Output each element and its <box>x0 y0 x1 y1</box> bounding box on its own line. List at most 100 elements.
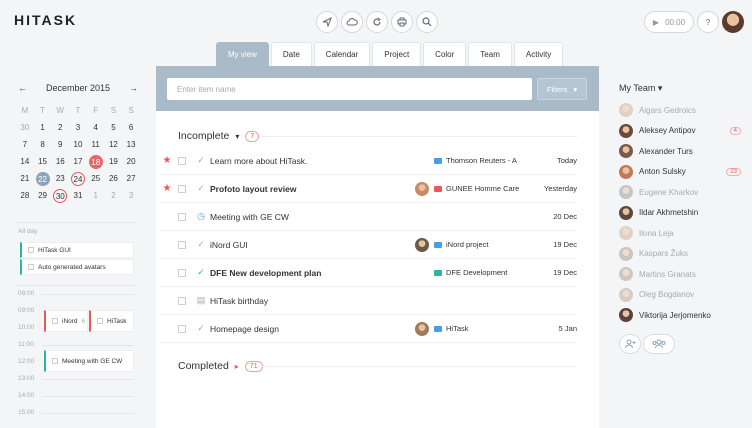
task-project[interactable]: DFE Development <box>434 268 530 277</box>
event-checkbox[interactable] <box>28 264 34 270</box>
team-member[interactable]: Anton Sulsky 23 <box>619 162 741 182</box>
task-title[interactable]: Profoto layout review <box>210 184 410 194</box>
task-checkbox[interactable] <box>178 268 186 277</box>
task-title[interactable]: Meeting with GE CW <box>210 212 410 222</box>
task-row[interactable]: ✓ iNord GUI iNord project 19 Dec <box>160 231 577 259</box>
calendar-day[interactable]: 22 <box>34 172 52 186</box>
task-row[interactable]: ◷ Meeting with GE CW 20 Dec <box>160 203 577 231</box>
help-button[interactable]: ? <box>697 11 719 33</box>
calendar-day[interactable]: 27 <box>122 172 140 184</box>
tab-calendar[interactable]: Calendar <box>313 42 371 66</box>
task-checkbox[interactable] <box>178 212 186 221</box>
task-project[interactable]: GUNEE Homme Care <box>434 184 530 193</box>
calendar-day[interactable]: 8 <box>34 138 52 150</box>
calendar-day[interactable]: 7 <box>16 138 34 150</box>
search-input[interactable]: Enter item name <box>167 78 532 100</box>
completed-section-header[interactable]: Completed ▸ 71 <box>178 360 263 372</box>
task-project[interactable]: Thomson Reuters - A <box>434 156 530 165</box>
calendar-day[interactable]: 23 <box>51 172 69 184</box>
calendar-day[interactable]: 10 <box>69 138 87 150</box>
calendar-day[interactable]: 30 <box>51 189 69 203</box>
add-user-icon[interactable] <box>619 334 641 354</box>
team-member[interactable]: Ildar Akhmetshin <box>619 203 741 223</box>
tab-date[interactable]: Date <box>270 42 312 66</box>
calendar-day[interactable]: 20 <box>122 155 140 167</box>
calendar-day[interactable]: 13 <box>122 138 140 150</box>
calendar-day[interactable]: 6 <box>122 121 140 133</box>
next-month-arrow-icon[interactable]: → <box>129 83 138 93</box>
task-row[interactable]: ★ ✓ Profoto layout review GUNEE Homme Care Y… <box>160 175 577 203</box>
calendar-day[interactable]: 3 <box>122 189 140 201</box>
calendar-day[interactable]: 15 <box>34 155 52 167</box>
event-checkbox[interactable] <box>52 358 58 364</box>
filters-button[interactable]: Filters ▾ <box>537 78 587 100</box>
team-member[interactable]: Aleksey Antipov 4 <box>619 121 741 141</box>
team-member[interactable]: Kaspars Žuks <box>619 244 741 264</box>
event-checkbox[interactable] <box>52 318 58 324</box>
timer-button[interactable]: ▶ 00:00 <box>644 11 694 33</box>
team-member[interactable]: Martins Granats <box>619 264 741 284</box>
calendar-day[interactable]: 12 <box>105 138 123 150</box>
calendar-day[interactable]: 21 <box>16 172 34 184</box>
event-checkbox[interactable] <box>28 247 34 253</box>
team-member[interactable]: Viktorija Jerjomenko <box>619 305 741 325</box>
task-checkbox[interactable] <box>178 296 186 305</box>
star-icon[interactable]: ★ <box>160 155 174 166</box>
calendar-day[interactable]: 24 <box>69 172 87 186</box>
timeline-event[interactable]: iNord 6 <box>44 310 88 332</box>
send-icon[interactable] <box>316 11 338 33</box>
team-member[interactable]: Alexander Turs <box>619 141 741 161</box>
calendar-day[interactable]: 18 <box>87 155 105 169</box>
task-row[interactable]: ▤ HiTask birthday <box>160 287 577 315</box>
calendar-day[interactable]: 28 <box>16 189 34 201</box>
event-checkbox[interactable] <box>97 318 103 324</box>
user-avatar[interactable] <box>722 11 744 33</box>
task-row[interactable]: ★ ✓ Learn more about HiTask. Thomson Reuter… <box>160 147 577 175</box>
calendar-day[interactable]: 5 <box>105 121 123 133</box>
team-member[interactable]: Aigars Gedroics <box>619 100 741 120</box>
tab-activity[interactable]: Activity <box>513 42 564 66</box>
calendar-day[interactable]: 29 <box>34 189 52 201</box>
task-title[interactable]: Homepage design <box>210 324 410 334</box>
calendar-day[interactable]: 2 <box>105 189 123 201</box>
calendar-day[interactable]: 30 <box>16 121 34 133</box>
team-member[interactable]: Ilona Leja <box>619 223 741 243</box>
calendar-day[interactable]: 4 <box>87 121 105 133</box>
calendar-day[interactable]: 1 <box>34 121 52 133</box>
task-title[interactable]: iNord GUI <box>210 240 410 250</box>
cloud-upload-icon[interactable] <box>341 11 363 33</box>
calendar-day[interactable]: 17 <box>69 155 87 167</box>
prev-month-arrow-icon[interactable]: ← <box>18 83 27 93</box>
print-icon[interactable] <box>391 11 413 33</box>
timeline-event[interactable]: HiTask <box>89 310 134 332</box>
calendar-day[interactable]: 2 <box>51 121 69 133</box>
group-icon[interactable] <box>643 334 675 354</box>
tab-team[interactable]: Team <box>468 42 512 66</box>
star-icon[interactable]: ★ <box>160 183 174 194</box>
team-title[interactable]: My Team ▾ <box>619 83 662 94</box>
all-day-event[interactable]: HiTask GUI <box>20 242 134 258</box>
task-checkbox[interactable] <box>178 184 186 193</box>
team-member[interactable]: Eugene Kharkov <box>619 182 741 202</box>
all-day-event[interactable]: Auto generated avatars <box>20 259 134 275</box>
task-checkbox[interactable] <box>178 240 186 249</box>
calendar-day[interactable]: 3 <box>69 121 87 133</box>
calendar-day[interactable]: 16 <box>51 155 69 167</box>
calendar-day[interactable]: 19 <box>105 155 123 167</box>
task-project[interactable]: HiTask <box>434 324 530 333</box>
incomplete-section-header[interactable]: Incomplete ▾ 7 <box>178 130 260 142</box>
tab-my-view[interactable]: My view <box>216 42 269 66</box>
task-checkbox[interactable] <box>178 324 186 333</box>
timeline-event[interactable]: Meeting with GE CW <box>44 350 134 372</box>
task-row[interactable]: ✓ DFE New development plan DFE Development… <box>160 259 577 287</box>
calendar-day[interactable]: 9 <box>51 138 69 150</box>
task-checkbox[interactable] <box>178 156 186 165</box>
task-title[interactable]: HiTask birthday <box>210 296 410 306</box>
task-title[interactable]: Learn more about HiTask. <box>210 156 410 166</box>
refresh-icon[interactable] <box>366 11 388 33</box>
team-member[interactable]: Oleg Bogdanov <box>619 285 741 305</box>
task-project[interactable]: iNord project <box>434 240 530 249</box>
tab-color[interactable]: Color <box>423 42 467 66</box>
calendar-day[interactable]: 1 <box>87 189 105 201</box>
calendar-day[interactable]: 31 <box>69 189 87 201</box>
